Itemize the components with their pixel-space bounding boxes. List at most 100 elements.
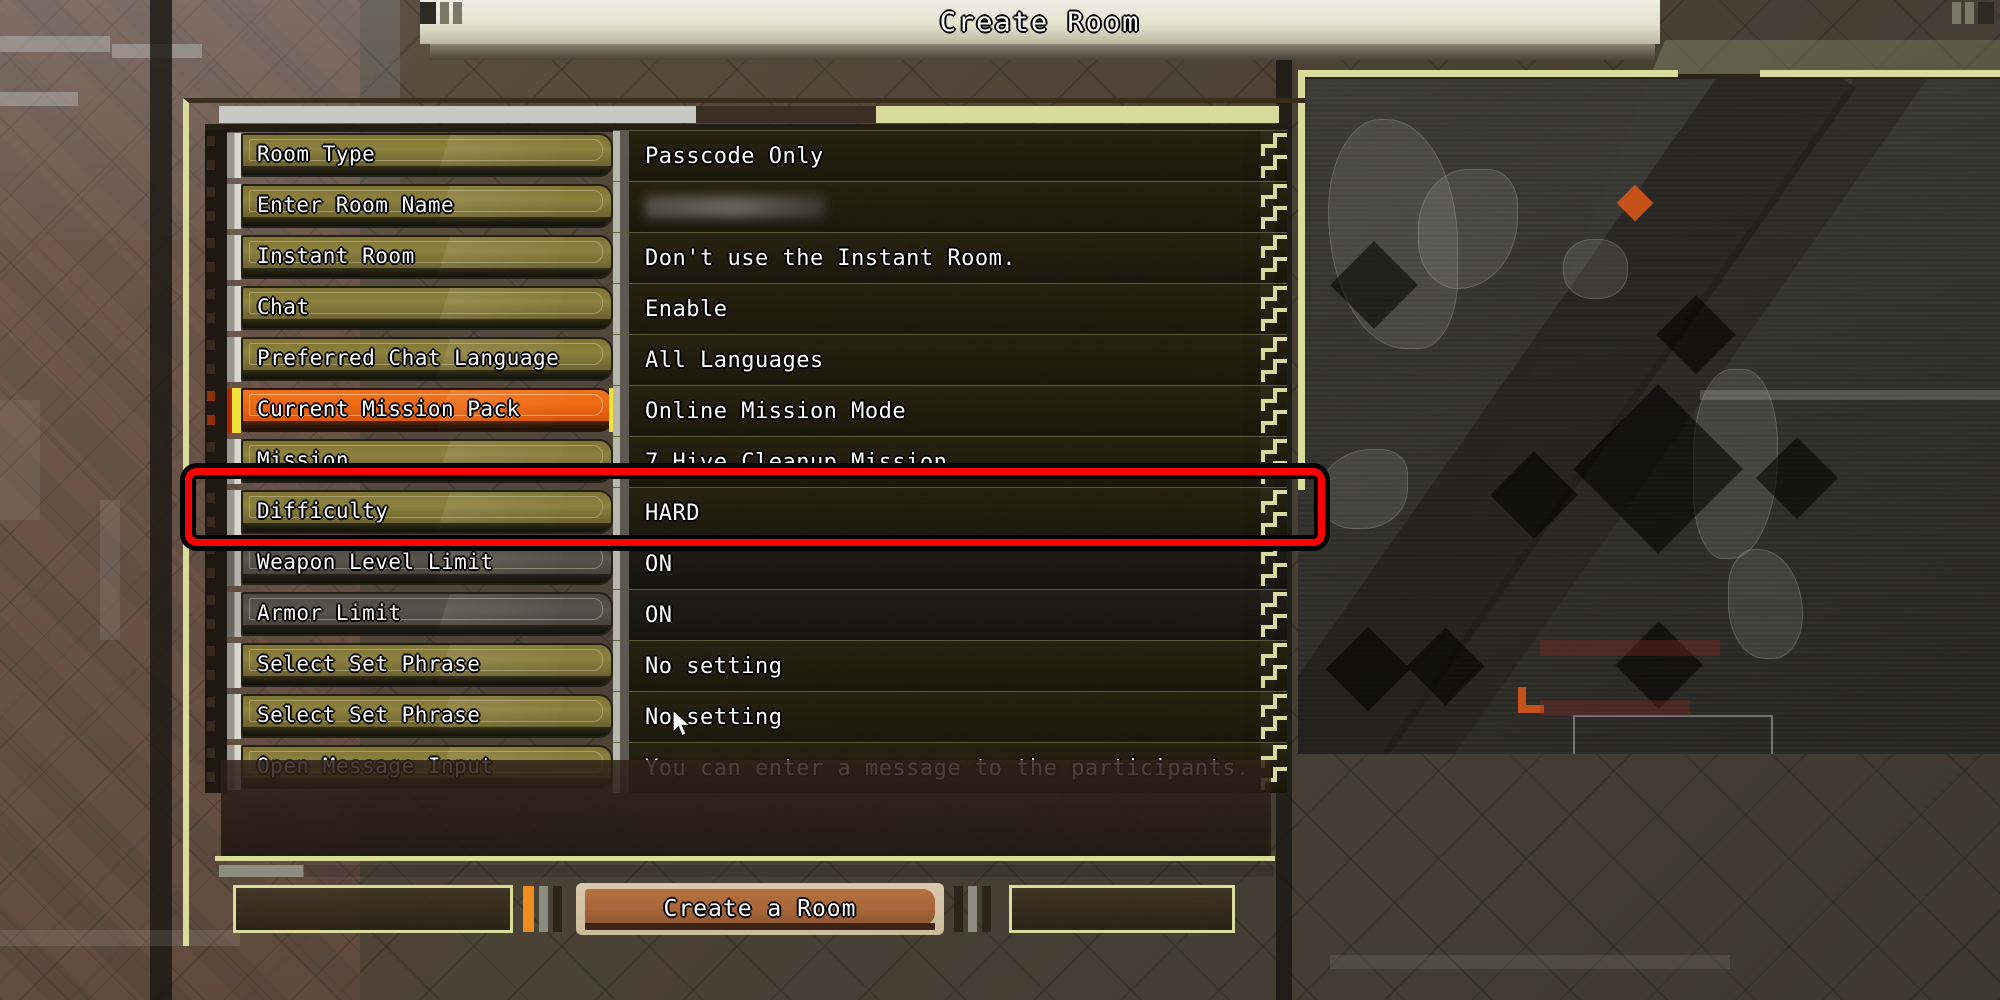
settings-row-label-text: Instant Room [257, 243, 415, 268]
settings-row-value-cell[interactable]: Enable [613, 283, 1287, 334]
settings-row-value-redacted [645, 196, 825, 218]
settings-row-label-text: Chat [257, 294, 310, 319]
settings-row-value-cell[interactable]: ON [613, 538, 1287, 589]
row-selection-marker [227, 490, 241, 535]
footer-divider [215, 856, 1275, 861]
settings-row-label-button[interactable]: Room Type [241, 133, 613, 177]
settings-row-label-button[interactable]: Armor Limit [241, 592, 613, 636]
value-cell-notch [613, 233, 629, 283]
row-selection-marker [227, 235, 241, 280]
settings-row-value-text: HARD [645, 500, 700, 526]
footer-right-slot [1009, 885, 1235, 933]
settings-row[interactable]: Select Set Phrase No setting [205, 691, 1287, 742]
settings-row[interactable]: Select Set Phrase No setting [205, 640, 1287, 691]
value-cell-notch [613, 284, 629, 334]
settings-row-label-button[interactable]: Instant Room [241, 235, 613, 279]
row-connector [205, 436, 227, 487]
settings-row-value-cell[interactable]: No setting [613, 640, 1287, 691]
label-gloss [430, 492, 566, 532]
settings-row-label-text: Enter Room Name [257, 192, 455, 217]
settings-row-label-button[interactable]: Select Set Phrase [241, 694, 613, 738]
settings-row-value-cell[interactable]: No setting [613, 691, 1287, 742]
row-connector [205, 691, 227, 742]
settings-row-value-cell[interactable]: HARD [613, 487, 1287, 538]
row-selection-marker [227, 337, 241, 382]
settings-row[interactable]: Room Type Passcode Only [205, 130, 1287, 181]
settings-row[interactable]: Mission 7 Hive Cleanup Mission [205, 436, 1287, 487]
row-selection-marker [227, 439, 241, 484]
settings-row-value-cell[interactable]: ON [613, 589, 1287, 640]
footer-band [219, 865, 1273, 877]
settings-row-label-button[interactable]: Mission [241, 439, 613, 483]
value-cell-notch [613, 641, 629, 691]
settings-row-label-text: Weapon Level Limit [257, 549, 494, 574]
settings-row[interactable]: Difficulty HARD [205, 487, 1287, 538]
settings-row-value-cell[interactable]: Passcode Only [613, 130, 1287, 181]
background-strip [1540, 700, 1690, 716]
row-connector [205, 181, 227, 232]
dialog-footer: Create a Room [205, 760, 1287, 948]
settings-row-value-cell[interactable]: Online Mission Mode [613, 385, 1287, 436]
settings-row-label-button[interactable]: Difficulty [241, 490, 613, 534]
value-cell-zigzag-decoration [1247, 641, 1287, 691]
settings-row-label-text: Preferred Chat Language [257, 345, 560, 370]
row-selection-marker [227, 541, 241, 586]
settings-row-label-button[interactable]: Preferred Chat Language [241, 337, 613, 381]
map-readout-box [1573, 715, 1773, 754]
settings-row-label-button[interactable]: Chat [241, 286, 613, 330]
footer-button-bar: Create a Room [219, 880, 1273, 938]
row-selection-marker [227, 694, 241, 739]
row-connector [205, 130, 227, 181]
background-strip [1330, 955, 1730, 969]
settings-row[interactable]: Instant Room Don't use the Instant Room. [205, 232, 1287, 283]
settings-row-value-text: Passcode Only [645, 143, 824, 169]
value-cell-zigzag-decoration [1247, 539, 1287, 589]
settings-row-label-text: Select Set Phrase [257, 702, 481, 727]
settings-row-label-button[interactable]: Enter Room Name [241, 184, 613, 228]
footer-left-marks [523, 886, 562, 932]
settings-row[interactable]: Enter Room Name [205, 181, 1287, 232]
background-strip [0, 36, 110, 52]
row-selection-marker [227, 133, 241, 178]
settings-row[interactable]: Current Mission Pack Online Mission Mode [205, 385, 1287, 436]
map-landmass [1318, 449, 1408, 529]
label-gloss [430, 288, 566, 328]
settings-row[interactable]: Preferred Chat Language All Languages [205, 334, 1287, 385]
settings-row-value-cell[interactable] [613, 181, 1287, 232]
settings-row-value-text: 7 Hive Cleanup Mission [645, 449, 948, 475]
row-connector [205, 538, 227, 589]
settings-row-value-cell[interactable]: 7 Hive Cleanup Mission [613, 436, 1287, 487]
settings-row-label-text: Difficulty [257, 498, 389, 523]
row-selection-marker [227, 184, 241, 229]
label-gloss [430, 441, 566, 481]
settings-row[interactable]: Weapon Level Limit ON [205, 538, 1287, 589]
settings-row[interactable]: Chat Enable [205, 283, 1287, 334]
row-selection-marker [227, 286, 241, 331]
value-cell-notch [613, 335, 629, 385]
settings-row-label-text: Armor Limit [257, 600, 402, 625]
create-a-room-button[interactable]: Create a Room [576, 883, 944, 935]
settings-row-label-button[interactable]: Current Mission Pack [241, 388, 623, 432]
row-connector [205, 640, 227, 691]
value-cell-zigzag-decoration [1247, 692, 1287, 742]
background-strip [100, 500, 120, 640]
settings-row-value-text: Online Mission Mode [645, 398, 907, 424]
value-cell-zigzag-decoration [1247, 182, 1287, 232]
settings-row-label-button[interactable]: Weapon Level Limit [241, 541, 613, 585]
label-gloss [430, 594, 566, 634]
settings-row-label-text: Current Mission Pack [257, 396, 520, 421]
settings-row[interactable]: Armor Limit ON [205, 589, 1287, 640]
background-strip [1540, 640, 1720, 656]
map-border-top [1760, 70, 2000, 77]
map-landmass [1728, 549, 1803, 659]
value-cell-zigzag-decoration [1247, 437, 1287, 487]
settings-row-value-cell[interactable]: Don't use the Instant Room. [613, 232, 1287, 283]
row-connector [205, 487, 227, 538]
create-button-label: Create a Room [663, 896, 857, 922]
value-cell-zigzag-decoration [1247, 284, 1287, 334]
footer-background [221, 760, 1271, 856]
settings-row-value-text: No setting [645, 653, 783, 679]
value-cell-notch [613, 437, 629, 487]
settings-row-value-cell[interactable]: All Languages [613, 334, 1287, 385]
settings-row-label-button[interactable]: Select Set Phrase [241, 643, 613, 687]
